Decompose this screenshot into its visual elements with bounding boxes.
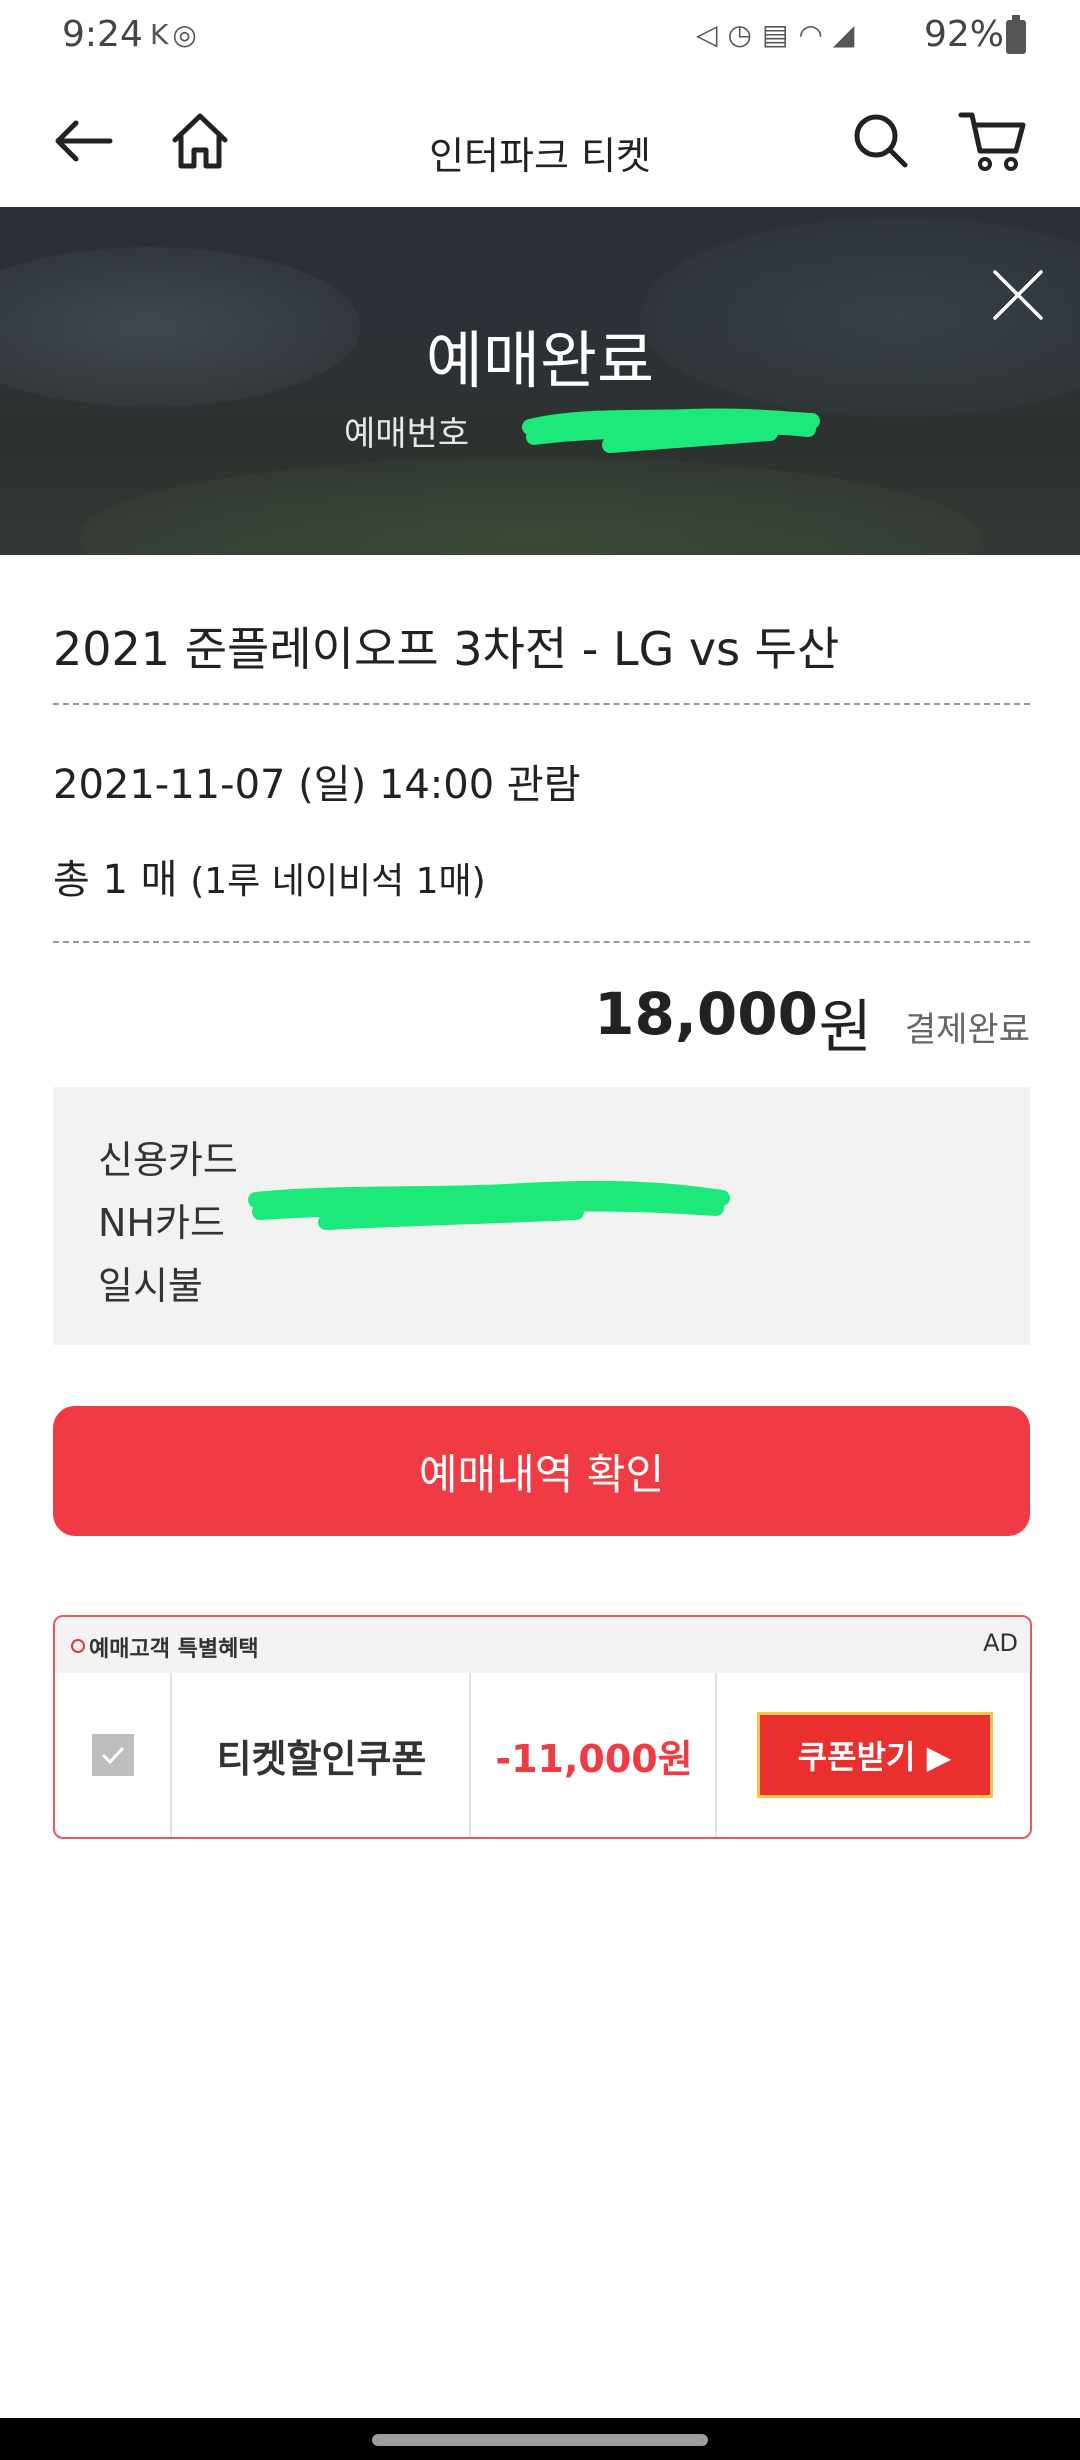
wifi-icon: ◠ (798, 18, 833, 51)
ticket-count-detail: (1루 네이비석 1매) (190, 861, 486, 902)
signal-icon: ◢ (832, 18, 865, 51)
cart-icon (958, 112, 1026, 171)
home-gesture-handle[interactable] (372, 2434, 708, 2446)
coupon-name-cell: 티켓할인쿠폰 (170, 1673, 471, 1837)
ad-tag: AD (983, 1629, 1018, 1657)
divider (53, 703, 1030, 705)
walking-icon: ◎ (172, 18, 201, 51)
viewing-datetime: 2021-11-07 (일) 14:00 관람 (53, 762, 581, 808)
match-title: 2021 준플레이오프 3차전 - LG vs 두산 (53, 622, 840, 676)
coupon-name: 티켓할인쿠폰 (216, 1736, 427, 1781)
ad-header: 예매고객 특별혜택 AD (55, 1617, 1030, 1673)
installment-type: 일시불 (98, 1264, 203, 1308)
hd-voice-icon: ▤ (761, 18, 799, 51)
status-bar: 9:24 K◎ ◁◷▤◠◢ 92% (0, 0, 1080, 75)
price-amount: 18,000 (594, 980, 818, 1048)
ad-coupon-box: 예매고객 특별혜택 AD 티켓할인쿠폰 -11,000원 쿠폰받기 ▶ (53, 1615, 1032, 1839)
cart-button[interactable] (948, 96, 1038, 186)
coupon-checkbox-cell (55, 1673, 170, 1837)
status-right-icons: ◁◷▤◠◢ (696, 18, 864, 51)
app-header: 인터파크 티켓 (0, 75, 1080, 207)
booking-number-label: 예매번호 (344, 414, 470, 454)
price-row: 18,000 원 결제완료 (0, 980, 1080, 1061)
coupon-checkbox[interactable] (91, 1734, 134, 1776)
coupon-button-cell: 쿠폰받기 ▶ (715, 1673, 1030, 1837)
divider (53, 941, 1030, 943)
card-number-redaction (248, 1180, 730, 1230)
completion-banner: 예매완료 예매번호 (0, 207, 1080, 555)
mute-icon: ◁ (696, 18, 728, 51)
view-booking-button[interactable]: 예매내역 확인 (53, 1406, 1030, 1536)
payment-status: 결제완료 (904, 1010, 1030, 1050)
battery-percentage: 92% (924, 14, 1005, 55)
banner-background (80, 457, 980, 555)
status-left-icons: K◎ (150, 18, 201, 51)
close-button[interactable] (985, 262, 1051, 328)
status-time: 9:24 (62, 14, 143, 55)
booking-number-redaction (522, 408, 820, 453)
search-icon (854, 114, 908, 168)
get-coupon-button[interactable]: 쿠폰받기 ▶ (756, 1712, 993, 1798)
payment-method: 신용카드 (98, 1138, 238, 1182)
circle-dot-icon (71, 1639, 85, 1653)
ad-header-label: 예매고객 특별혜택 (89, 1637, 259, 1662)
alarm-icon: ◷ (727, 18, 762, 51)
ticket-count: 총 1 매 (1루 네이비석 1매) (53, 847, 486, 905)
ticket-count-main: 총 1 매 (53, 857, 178, 903)
kakao-notification-icon: K (150, 18, 173, 51)
search-button[interactable] (836, 96, 926, 186)
close-icon (993, 270, 1043, 320)
coupon-amount-cell: -11,000원 (469, 1673, 717, 1837)
battery-icon (1006, 15, 1026, 54)
checkmark-icon (101, 1746, 124, 1765)
card-name: NH카드 (98, 1201, 225, 1245)
booking-complete-title: 예매완료 (425, 324, 655, 397)
price-unit: 원 (818, 993, 872, 1061)
coupon-amount: -11,000원 (495, 1736, 693, 1781)
